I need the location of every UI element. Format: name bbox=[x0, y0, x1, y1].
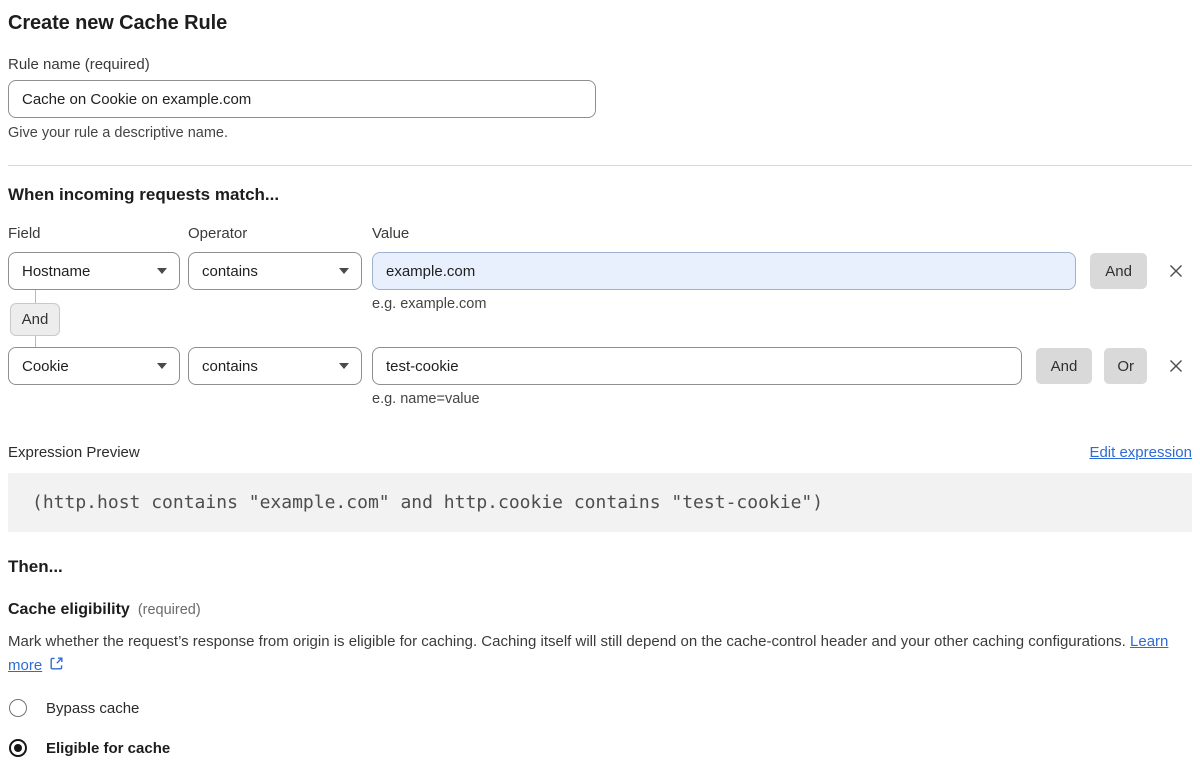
radio-unselected-icon[interactable] bbox=[9, 699, 27, 717]
page-title: Create new Cache Rule bbox=[8, 12, 1192, 35]
rule-name-input[interactable] bbox=[8, 80, 596, 118]
add-or-button-row2[interactable]: Or bbox=[1104, 348, 1147, 384]
operator-select-row1-value: contains bbox=[202, 263, 258, 280]
value-hint-row1: e.g. example.com bbox=[372, 296, 486, 312]
value-input-row1[interactable] bbox=[372, 252, 1076, 290]
caret-down-icon bbox=[339, 268, 349, 274]
radio-selected-icon[interactable] bbox=[9, 739, 27, 757]
close-icon bbox=[1166, 356, 1186, 376]
field-select-row2-value: Cookie bbox=[22, 358, 69, 375]
create-cache-rule-page: Create new Cache Rule Rule name (require… bbox=[0, 0, 1200, 757]
close-icon bbox=[1166, 261, 1186, 281]
cache-eligibility-description: Mark whether the request’s response from… bbox=[8, 630, 1192, 680]
cache-eligibility-heading-row: Cache eligibility (required) bbox=[8, 601, 1192, 619]
caret-down-icon bbox=[157, 363, 167, 369]
description-text: Mark whether the request’s response from… bbox=[8, 633, 1126, 650]
rule-name-label: Rule name (required) bbox=[8, 56, 1192, 73]
expression-preview-label: Expression Preview bbox=[8, 444, 140, 461]
remove-row1-button[interactable] bbox=[1165, 260, 1187, 282]
section-divider bbox=[8, 165, 1192, 166]
operator-select-row2[interactable]: contains bbox=[188, 347, 362, 385]
radio-option-eligible-for-cache[interactable]: Eligible for cache bbox=[8, 739, 1192, 757]
match-row-2: Cookie contains And Or bbox=[8, 347, 1192, 385]
remove-row2-button[interactable] bbox=[1165, 355, 1187, 377]
builder-column-labels: Field Operator Value bbox=[8, 225, 1192, 242]
external-link-icon bbox=[48, 655, 65, 680]
add-and-button-row2[interactable]: And bbox=[1036, 348, 1093, 384]
match-section-heading: When incoming requests match... bbox=[8, 185, 1192, 205]
field-select-row1-value: Hostname bbox=[22, 263, 90, 280]
expression-preview-box: (http.host contains "example.com" and ht… bbox=[8, 473, 1192, 532]
match-row-1: Hostname contains And bbox=[8, 252, 1192, 290]
expression-preview-header: Expression Preview Edit expression bbox=[8, 444, 1192, 461]
value-column-label: Value bbox=[372, 225, 1192, 242]
caret-down-icon bbox=[339, 363, 349, 369]
radio-option-bypass-cache[interactable]: Bypass cache bbox=[8, 699, 1192, 717]
rule-name-help: Give your rule a descriptive name. bbox=[8, 125, 1192, 141]
field-select-row1[interactable]: Hostname bbox=[8, 252, 180, 290]
required-note: (required) bbox=[138, 602, 201, 618]
edit-expression-link[interactable]: Edit expression bbox=[1089, 444, 1192, 461]
add-and-button-row1[interactable]: And bbox=[1090, 253, 1147, 289]
value-input-row2[interactable] bbox=[372, 347, 1022, 385]
and-connector-chip: And bbox=[10, 303, 60, 336]
field-select-row2[interactable]: Cookie bbox=[8, 347, 180, 385]
connector-line bbox=[35, 290, 36, 303]
field-column-label: Field bbox=[8, 225, 188, 242]
then-heading: Then... bbox=[8, 557, 1192, 577]
operator-column-label: Operator bbox=[188, 225, 372, 242]
radio-label: Eligible for cache bbox=[46, 740, 170, 757]
connector-line bbox=[35, 336, 36, 347]
cache-eligibility-heading: Cache eligibility bbox=[8, 601, 130, 619]
radio-label: Bypass cache bbox=[46, 700, 139, 717]
operator-select-row1[interactable]: contains bbox=[188, 252, 362, 290]
value-hint-row2: e.g. name=value bbox=[372, 391, 1192, 407]
caret-down-icon bbox=[157, 268, 167, 274]
connector-band: e.g. example.com And bbox=[8, 290, 1192, 347]
expression-code: (http.host contains "example.com" and ht… bbox=[32, 492, 823, 513]
operator-select-row2-value: contains bbox=[202, 358, 258, 375]
